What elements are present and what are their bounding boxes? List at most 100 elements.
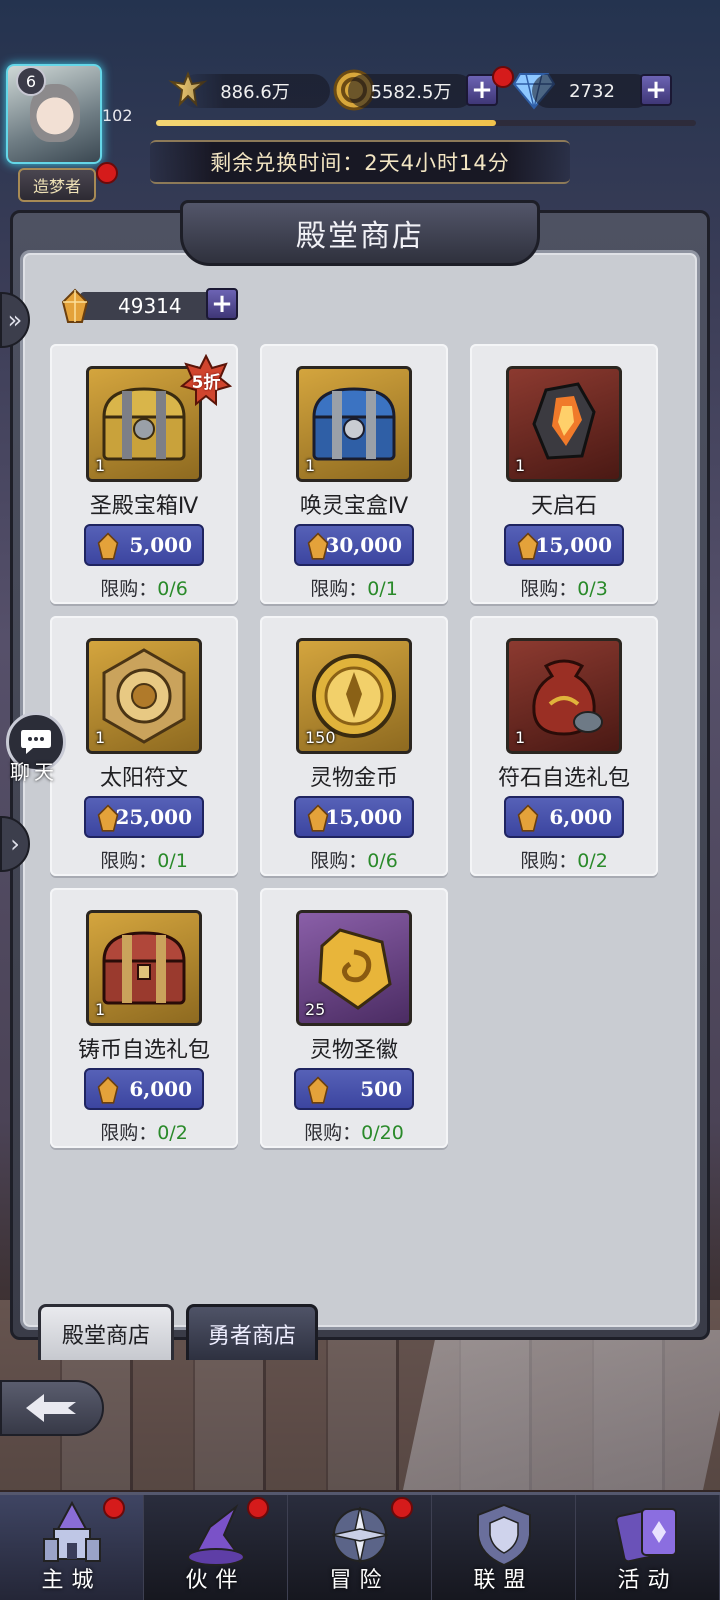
purchase-limit: 限购：0/6 — [260, 846, 448, 873]
castle-icon — [36, 1499, 108, 1571]
crystal-icon — [306, 804, 330, 839]
limit-label: 限购： — [310, 578, 368, 600]
purchase-limit: 限购：0/20 — [260, 1118, 448, 1145]
purchase-limit: 限购：0/2 — [50, 1118, 238, 1145]
crystal-icon — [306, 1076, 330, 1111]
purchase-limit: 限购：0/1 — [260, 574, 448, 601]
buy-button[interactable]: 25,000 — [84, 796, 204, 838]
shop-item-card[interactable]: 1 圣殿宝箱Ⅳ 5,000 限购：0/6 5折 — [50, 344, 238, 604]
buy-button[interactable]: 30,000 — [294, 524, 414, 566]
shop-item-card[interactable]: 25 灵物圣徽 500 限购：0/20 — [260, 888, 448, 1148]
title-notification-dot — [96, 162, 118, 184]
limit-label: 限购： — [100, 1122, 158, 1144]
crystal-icon — [96, 1076, 120, 1111]
shield-icon — [468, 1499, 540, 1571]
item-name: 太阳符文 — [99, 766, 188, 791]
nav-item[interactable]: 冒险 — [288, 1495, 432, 1600]
item-name: 唤灵宝盒Ⅳ — [299, 494, 409, 519]
sun-rune-icon — [89, 641, 199, 751]
buy-button[interactable]: 5,000 — [84, 524, 204, 566]
limit-value: 0/2 — [577, 850, 608, 872]
item-quantity: 1 — [305, 456, 316, 475]
item-frame[interactable]: 150 — [296, 638, 412, 754]
item-price: 500 — [360, 1077, 402, 1101]
player-level: 102 — [102, 106, 133, 125]
red-chest-icon — [89, 913, 199, 1023]
buy-button[interactable]: 15,000 — [504, 524, 624, 566]
item-frame[interactable]: 1 — [506, 366, 622, 482]
crystal-icon — [96, 532, 120, 567]
limit-label: 限购： — [310, 850, 368, 872]
shop-item-card[interactable]: 1 符石自选礼包 6,000 限购：0/2 — [470, 616, 658, 876]
cards-icon — [612, 1499, 684, 1571]
limit-value: 0/1 — [157, 850, 188, 872]
exchange-timer: 剩余兑换时间：2天4小时14分 — [150, 140, 570, 184]
limit-value: 0/6 — [367, 850, 398, 872]
gold-notification-dot — [492, 66, 514, 88]
purchase-limit: 限购：0/6 — [50, 574, 238, 601]
shop-item-card[interactable]: 150 灵物金币 15,000 限购：0/6 — [260, 616, 448, 876]
item-name: 铸币自选礼包 — [77, 1038, 210, 1063]
item-frame[interactable]: 1 — [506, 638, 622, 754]
crystal-icon — [60, 288, 90, 330]
player-title[interactable]: 造梦者 — [18, 168, 96, 202]
purchase-limit: 限购：0/2 — [470, 846, 658, 873]
shop-item-card[interactable]: 1 天启石 15,000 限购：0/3 — [470, 344, 658, 604]
power-value: 886.6万 — [180, 74, 330, 108]
item-quantity: 1 — [95, 728, 106, 747]
back-arrow-icon — [26, 1394, 76, 1422]
item-frame[interactable]: 25 — [296, 910, 412, 1026]
buy-button[interactable]: 15,000 — [294, 796, 414, 838]
wizard-hat-icon — [180, 1499, 252, 1571]
crystal-icon — [516, 532, 540, 567]
item-name: 灵物金币 — [309, 766, 398, 791]
buy-button[interactable]: 6,000 — [504, 796, 624, 838]
nav-item[interactable]: 活动 — [576, 1495, 720, 1600]
item-name: 圣殿宝箱Ⅳ — [89, 494, 199, 519]
back-button[interactable] — [0, 1380, 104, 1436]
shop-item-card[interactable]: 1 铸币自选礼包 6,000 限购：0/2 — [50, 888, 238, 1148]
exp-bar — [156, 120, 696, 126]
buy-button[interactable]: 6,000 — [84, 1068, 204, 1110]
discount-badge: 5折 — [179, 353, 233, 407]
diamond-value: 2732 — [532, 74, 652, 108]
add-diamond-button[interactable]: + — [640, 74, 672, 106]
limit-value: 0/20 — [361, 1122, 404, 1144]
shop-item-card[interactable]: 1 太阳符文 25,000 限购：0/1 — [50, 616, 238, 876]
item-quantity: 1 — [95, 1000, 106, 1019]
purchase-limit: 限购：0/1 — [50, 846, 238, 873]
ember-stone-icon — [509, 369, 619, 479]
item-quantity: 25 — [305, 1000, 326, 1019]
item-quantity: 1 — [95, 456, 106, 475]
item-quantity: 1 — [515, 728, 526, 747]
nav-item[interactable]: 联盟 — [432, 1495, 576, 1600]
item-price: 6,000 — [129, 1077, 192, 1101]
item-price: 15,000 — [325, 805, 402, 829]
add-shop-currency-button[interactable]: + — [206, 288, 238, 320]
crystal-icon — [96, 804, 120, 839]
item-frame[interactable]: 1 — [86, 638, 202, 754]
item-price: 30,000 — [325, 533, 402, 557]
item-quantity: 150 — [305, 728, 336, 747]
limit-value: 0/1 — [367, 578, 398, 600]
limit-label: 限购： — [304, 1122, 362, 1144]
buy-button[interactable]: 500 — [294, 1068, 414, 1110]
gold-value: 5582.5万 — [348, 74, 474, 108]
tab-temple-shop[interactable]: 殿堂商店 — [38, 1304, 174, 1360]
tab-hero-shop[interactable]: 勇者商店 — [186, 1304, 318, 1360]
nav-notification-dot — [247, 1497, 269, 1519]
item-quantity: 1 — [515, 456, 526, 475]
rune-bag-icon — [509, 641, 619, 751]
limit-value: 0/6 — [157, 578, 188, 600]
limit-label: 限购： — [100, 850, 158, 872]
item-price: 6,000 — [549, 805, 612, 829]
limit-value: 0/3 — [577, 578, 608, 600]
chat-bubble-icon — [21, 730, 51, 754]
item-price: 5,000 — [129, 533, 192, 557]
discount-text: 5折 — [191, 373, 221, 393]
nav-item[interactable]: 主城 — [0, 1495, 144, 1600]
shop-item-card[interactable]: 1 唤灵宝盒Ⅳ 30,000 限购：0/1 — [260, 344, 448, 604]
nav-item[interactable]: 伙伴 — [144, 1495, 288, 1600]
item-frame[interactable]: 1 — [86, 910, 202, 1026]
item-frame[interactable]: 1 — [296, 366, 412, 482]
